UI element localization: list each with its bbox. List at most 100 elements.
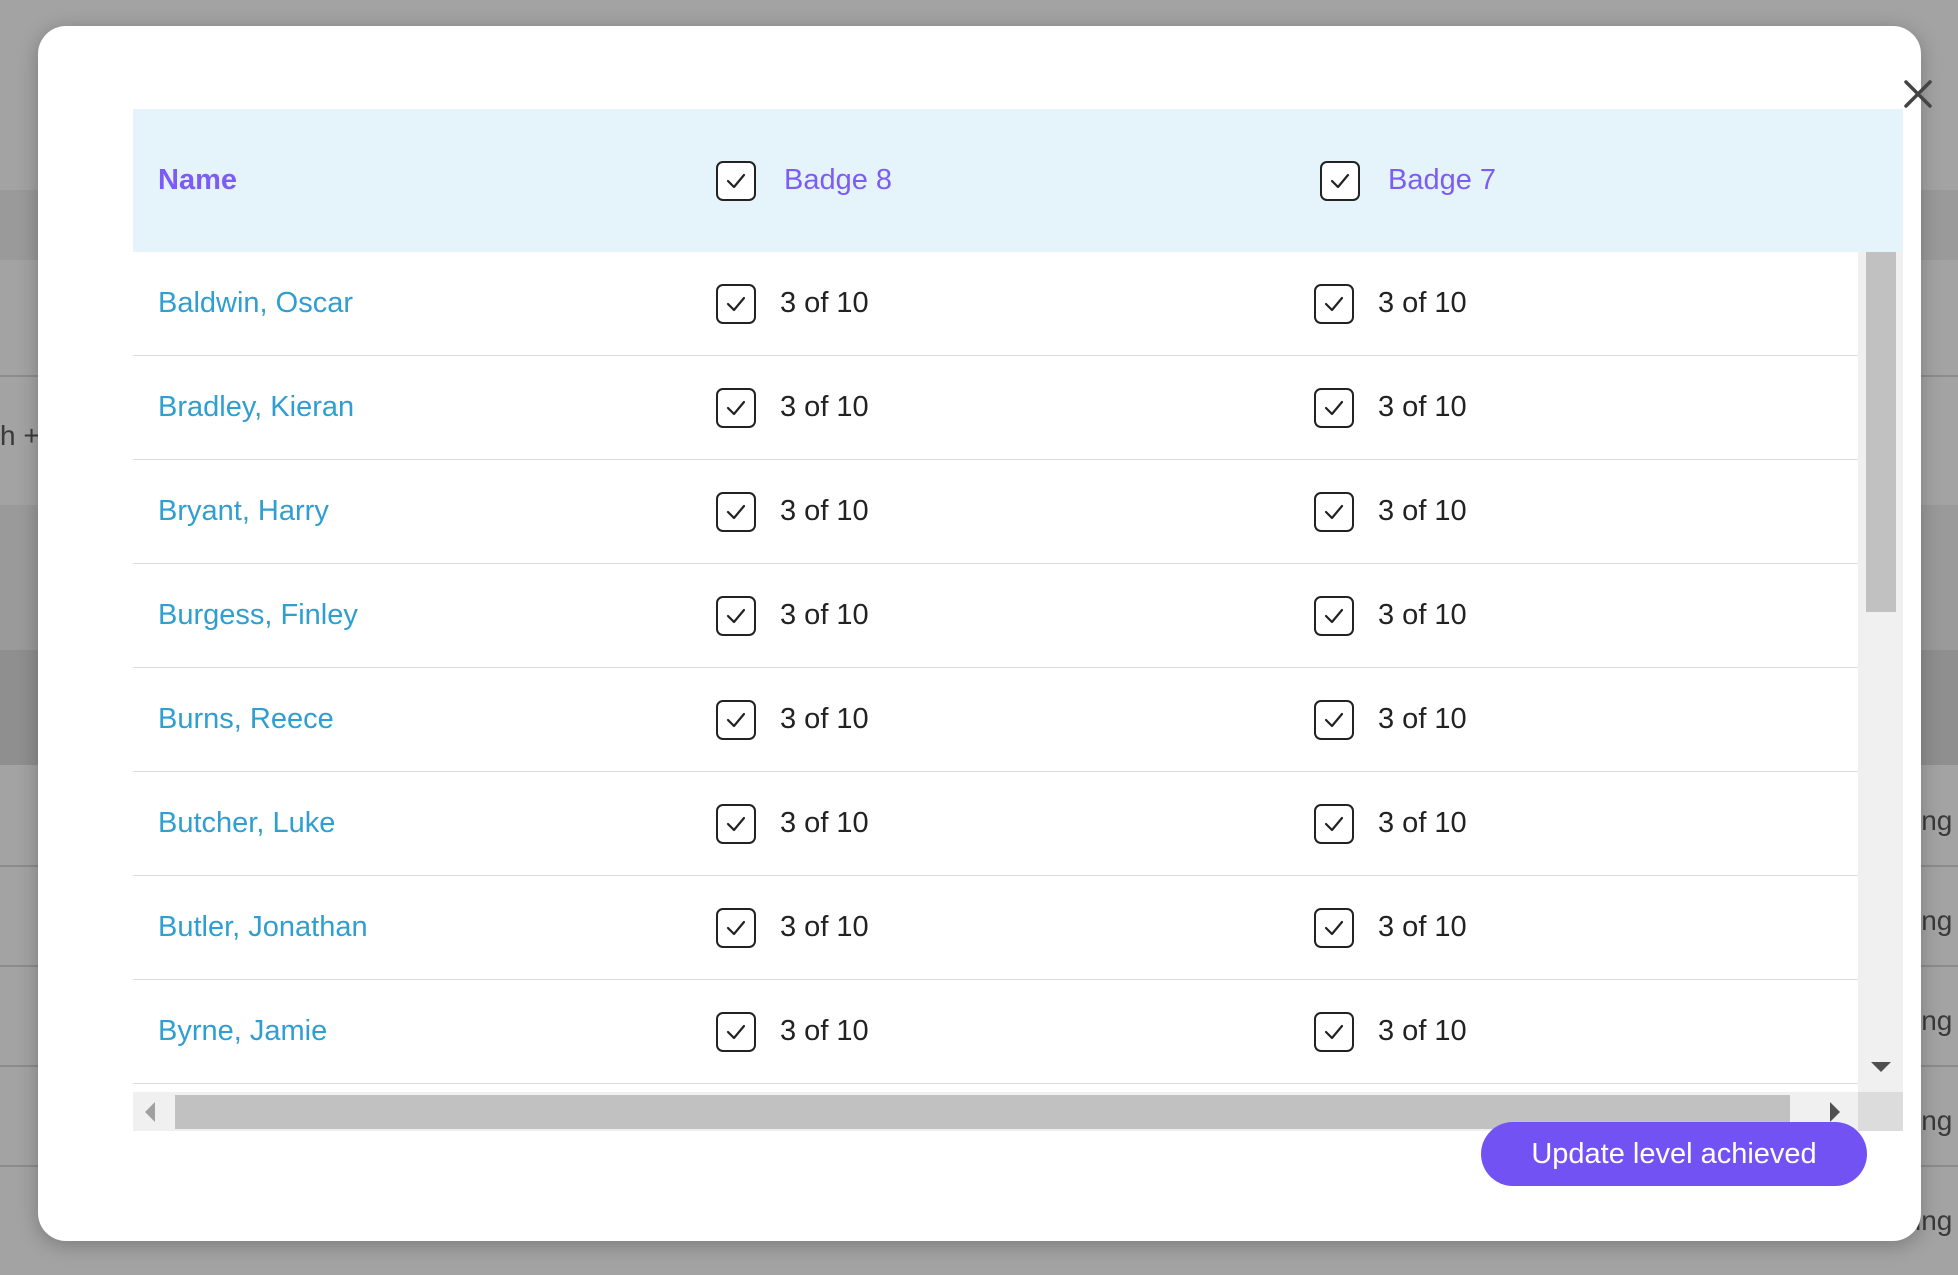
- grid-header: Name Badge 8 Badge 7: [133, 109, 1903, 252]
- badge-8-cell: 3 of 10: [716, 356, 869, 459]
- table-row: Bradley, Kieran 3 of 10 3 of 10: [133, 356, 1858, 460]
- table-row: Butler, Jonathan 3 of 10 3 of 10: [133, 876, 1858, 980]
- learner-name-link[interactable]: Butler, Jonathan: [158, 911, 368, 944]
- check-icon: [726, 920, 746, 935]
- learner-name-link[interactable]: Bradley, Kieran: [158, 391, 354, 424]
- check-icon: [726, 400, 746, 415]
- badge-7-checkbox[interactable]: [1314, 699, 1354, 740]
- scroll-left-arrow-icon[interactable]: [145, 1102, 155, 1122]
- check-icon: [726, 173, 746, 188]
- badge-8-progress: 3 of 10: [780, 391, 869, 423]
- badge-7-checkbox[interactable]: [1314, 595, 1354, 636]
- check-icon: [726, 296, 746, 311]
- check-icon: [726, 504, 746, 519]
- background-text: h +: [0, 420, 40, 451]
- badge-7-cell: 3 of 10: [1314, 772, 1467, 875]
- header-badge-7-cell: Badge 7: [1320, 109, 1496, 252]
- badge-7-checkbox[interactable]: [1314, 803, 1354, 844]
- vertical-scroll-thumb[interactable]: [1866, 252, 1896, 612]
- grid-rows: Baldwin, Oscar 3 of 10 3 of 10 Bradley, Kie…: [133, 252, 1858, 1092]
- learner-name-link[interactable]: Bryant, Harry: [158, 495, 329, 528]
- badge-7-progress: 3 of 10: [1378, 703, 1467, 735]
- scrollbar-corner: [1858, 1092, 1903, 1131]
- learner-name-link[interactable]: Burns, Reece: [158, 703, 334, 736]
- name-column-header[interactable]: Name: [158, 164, 237, 197]
- badge-7-cell: 3 of 10: [1314, 980, 1467, 1083]
- badge-7-checkbox[interactable]: [1314, 907, 1354, 948]
- table-row: Bryant, Harry 3 of 10 3 of 10: [133, 460, 1858, 564]
- badge-7-progress: 3 of 10: [1378, 287, 1467, 319]
- badge-7-progress: 3 of 10: [1378, 807, 1467, 839]
- check-icon: [1324, 816, 1344, 831]
- scroll-down-arrow-icon[interactable]: [1871, 1062, 1891, 1072]
- name-cell: Bradley, Kieran: [158, 356, 354, 459]
- check-icon: [726, 1024, 746, 1039]
- badge-7-column-header[interactable]: Badge 7: [1388, 164, 1496, 197]
- badge-7-cell: 3 of 10: [1314, 460, 1467, 563]
- badge-8-cell: 3 of 10: [716, 876, 869, 979]
- check-icon: [1324, 608, 1344, 623]
- badge-7-progress: 3 of 10: [1378, 599, 1467, 631]
- badge-7-progress: 3 of 10: [1378, 911, 1467, 943]
- badge-8-checkbox[interactable]: [716, 803, 756, 844]
- badge-7-progress: 3 of 10: [1378, 495, 1467, 527]
- badge-8-cell: 3 of 10: [716, 460, 869, 563]
- learner-name-link[interactable]: Baldwin, Oscar: [158, 287, 353, 320]
- scroll-right-arrow-icon[interactable]: [1830, 1102, 1840, 1122]
- badge-grid: Name Badge 8 Badge 7 Baldwin, Oscar 3 of …: [133, 109, 1903, 1131]
- name-cell: Baldwin, Oscar: [158, 252, 353, 355]
- table-row: Butcher, Luke 3 of 10 3 of 10: [133, 772, 1858, 876]
- badge-8-progress: 3 of 10: [780, 807, 869, 839]
- badge-8-checkbox[interactable]: [716, 283, 756, 324]
- check-icon: [726, 712, 746, 727]
- badge-7-progress: 3 of 10: [1378, 391, 1467, 423]
- check-icon: [1324, 504, 1344, 519]
- learner-name-link[interactable]: Burgess, Finley: [158, 599, 358, 632]
- badge-8-progress: 3 of 10: [780, 911, 869, 943]
- badge-7-checkbox[interactable]: [1314, 387, 1354, 428]
- table-row: Baldwin, Oscar 3 of 10 3 of 10: [133, 252, 1858, 356]
- badge-8-checkbox[interactable]: [716, 907, 756, 948]
- badge-8-cell: 3 of 10: [716, 772, 869, 875]
- name-cell: Byrne, Jamie: [158, 980, 327, 1083]
- badge-7-cell: 3 of 10: [1314, 356, 1467, 459]
- update-level-achieved-button[interactable]: Update level achieved: [1481, 1122, 1867, 1186]
- badge-7-cell: 3 of 10: [1314, 668, 1467, 771]
- badge-7-checkbox[interactable]: [1314, 491, 1354, 532]
- name-cell: Burgess, Finley: [158, 564, 358, 667]
- table-row: Byrne, Jamie 3 of 10 3 of 10: [133, 980, 1858, 1084]
- badge-8-checkbox[interactable]: [716, 699, 756, 740]
- check-icon: [1324, 296, 1344, 311]
- badge-8-checkbox[interactable]: [716, 387, 756, 428]
- badge-8-checkbox[interactable]: [716, 491, 756, 532]
- badge-8-cell: 3 of 10: [716, 252, 869, 355]
- badge-7-cell: 3 of 10: [1314, 564, 1467, 667]
- name-cell: Bryant, Harry: [158, 460, 329, 563]
- learner-name-link[interactable]: Byrne, Jamie: [158, 1015, 327, 1048]
- learner-name-link[interactable]: Butcher, Luke: [158, 807, 335, 840]
- badge-8-column-header[interactable]: Badge 8: [784, 164, 892, 197]
- header-name-cell: Name: [158, 109, 237, 252]
- select-all-badge-8-checkbox[interactable]: [716, 160, 756, 201]
- check-icon: [726, 608, 746, 623]
- badge-7-checkbox[interactable]: [1314, 1011, 1354, 1052]
- badge-8-cell: 3 of 10: [716, 564, 869, 667]
- badge-8-cell: 3 of 10: [716, 668, 869, 771]
- name-cell: Burns, Reece: [158, 668, 334, 771]
- badge-7-checkbox[interactable]: [1314, 283, 1354, 324]
- check-icon: [1330, 173, 1350, 188]
- name-cell: Butler, Jonathan: [158, 876, 368, 979]
- badge-8-checkbox[interactable]: [716, 1011, 756, 1052]
- badge-8-progress: 3 of 10: [780, 495, 869, 527]
- badge-8-checkbox[interactable]: [716, 595, 756, 636]
- badge-7-cell: 3 of 10: [1314, 252, 1467, 355]
- header-badge-8-cell: Badge 8: [716, 109, 892, 252]
- check-icon: [1324, 400, 1344, 415]
- table-row: Burns, Reece 3 of 10 3 of 10: [133, 668, 1858, 772]
- badge-8-progress: 3 of 10: [780, 599, 869, 631]
- vertical-scrollbar[interactable]: [1858, 252, 1903, 1092]
- badge-modal: Name Badge 8 Badge 7 Baldwin, Oscar 3 of …: [38, 26, 1932, 1241]
- badge-7-progress: 3 of 10: [1378, 1015, 1467, 1047]
- check-icon: [1324, 712, 1344, 727]
- select-all-badge-7-checkbox[interactable]: [1320, 160, 1360, 201]
